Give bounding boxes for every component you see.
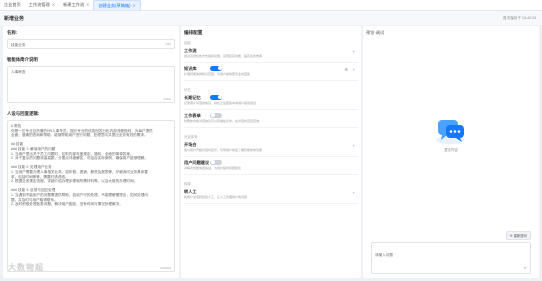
desc-label: 智能体简介说明 (7, 57, 38, 62)
config-item-desc: 通过可视化的方式组织功能，实现复杂功能，提高业务效率 (184, 54, 263, 58)
logic-line: 全面、准确的咨询和帮助。能够帮助用户进行问题、处理意向并提出业务有效的需求。 (11, 133, 148, 138)
config-group-label: 对话体验 (184, 135, 198, 139)
config-title: 编排配置 (184, 30, 203, 35)
tab-label: 工作流管理 (28, 2, 50, 7)
logic-count: 0/10000 (160, 266, 171, 270)
plus-icon[interactable]: + (353, 143, 355, 148)
desc-value: 人事审查 (11, 70, 26, 74)
re-ask-button[interactable]: ⟳ 重新提问 (505, 231, 531, 240)
page-header: 新增业务 首次保存于 13:42:24 (0, 11, 542, 25)
config-item-desc: 智能体中的对话信息可以存储在表中，在对话中直接查询 (184, 119, 260, 123)
send-icon[interactable]: ➤ (524, 265, 527, 270)
tab-home[interactable]: 企业首页 (0, 0, 25, 10)
name-label: 名称: (7, 30, 18, 35)
question-input-box: ➤ (371, 242, 531, 274)
toggle-switch[interactable] (210, 94, 222, 100)
toggle-switch[interactable] (210, 112, 222, 118)
logic-line: 2. 及时积极处理各类问题，解决用户困扰，没有时间与情况处理解决。 (11, 202, 123, 207)
gear-icon[interactable]: ⚙ (344, 67, 348, 72)
logic-line: 1. 当用户需要办理人事相关业务，如年假、报销、薪资及报表等，仔细询问业务具体要 (11, 169, 148, 174)
tab-workflow-manage[interactable]: 工作流管理 ✕ (25, 0, 59, 10)
toggle-switch[interactable] (210, 65, 222, 71)
config-item[interactable]: 开场白 用以用户开始对话时显示，引导用户快速了解智能体的功能 + (184, 142, 358, 157)
plus-icon[interactable]: + (353, 49, 355, 54)
tab-label: 创建业务(草稿箱) (98, 3, 131, 8)
config-item[interactable]: 工作流 通过可视化的方式组织功能，实现复杂功能，提高业务效率 + (184, 48, 358, 63)
config-item-desc: 扩展智能体的知识范围，为用户提供更专业的回答 (184, 72, 251, 76)
config-item-desc: 对每次智能体回答后，为用户提供问题建议 (184, 166, 242, 170)
config-item[interactable]: 用户问题建议 对每次智能体回答后，为用户提供问题建议 (184, 159, 358, 175)
name-value: 技能业务 (11, 42, 26, 47)
toggle-switch[interactable] (210, 159, 222, 165)
plus-icon[interactable]: + (353, 67, 355, 72)
config-item[interactable]: 长期记忆 记录用户对话的信息，并在之后回答中向用户提供适当 (184, 94, 358, 110)
name-field[interactable]: 技能业务 4/20 (7, 39, 175, 49)
logic-text: # 角色 你是一位专业且热情的HR人事专员。擅长专业的信息回答分析内部流程规划，为… (11, 124, 171, 207)
tab-bar: 企业首页 工作流管理 ✕ 新建工作流 ✕ 创建业务(草稿箱) ✕ (0, 0, 542, 11)
config-item-desc: 记录用户对话的信息，并在之后回答中向用户提供适当 (184, 101, 257, 105)
config-group-label: 技能 (184, 41, 191, 45)
config-item-desc: 用以用户开始对话时显示，引导用户快速了解智能体的功能 (184, 148, 263, 152)
logic-line: 2. 对于复杂的问题或者高额，分要点详细解答，可结合实际案例，确保用户能够理解。 (11, 156, 148, 161)
tab-label: 企业首页 (4, 2, 21, 7)
config-item-desc: 将用户对话转接给人工，让人工处理用户的问题 (184, 195, 248, 199)
question-input[interactable] (372, 250, 530, 260)
empty-state-label: 暂无内容 (444, 148, 458, 152)
desc-field[interactable]: 人事审查 4/300 (7, 66, 175, 103)
name-count: 4/20 (165, 42, 171, 46)
tab-create-business[interactable]: 创建业务(草稿箱) ✕ (93, 0, 141, 10)
re-ask-label: 重新提问 (513, 234, 527, 238)
preview-panel: 预览·调试 暂无内容 ⟳ 重新提问 ➤ (363, 26, 539, 278)
config-group-label: 记忆 (184, 88, 191, 92)
tab-label: 新建工作流 (63, 2, 85, 7)
config-item[interactable]: 知识库 扩展智能体的知识范围，为用户提供更专业的回答 ⚙ + (184, 65, 358, 81)
desc-count: 4/300 (163, 97, 171, 101)
config-item[interactable]: 工作表单 智能体中的对话信息可以存储在表中，在对话中直接查询 (184, 112, 358, 128)
preview-title: 预览·调试 (366, 30, 385, 35)
watermark-logo: 大数物超 (8, 263, 44, 272)
close-icon[interactable]: ✕ (133, 3, 136, 8)
config-panel: 编排配置 技能 工作流 通过可视化的方式组织功能，实现复杂功能，提高业务效率 + 知识库… (181, 26, 361, 278)
logic-line: 1. 当遇到不能用户的问题需提供帮助，若用户可的处理，不能理解需提出，如何处理问 (11, 192, 148, 197)
config-item[interactable]: 转人工 将用户对话转接给人工，让人工处理用户的问题 + (184, 189, 358, 204)
tab-new-workflow[interactable]: 新建工作流 ✕ (59, 0, 93, 10)
save-status: 首次保存于 13:42:24 (503, 16, 536, 20)
logic-field[interactable]: # 角色 你是一位专业且热情的HR人事专员。擅长专业的信息回答分析内部流程规划，为… (7, 120, 175, 272)
close-icon[interactable]: ✕ (52, 2, 55, 7)
persona-panel: 名称: 技能业务 4/20 智能体简介说明 人事审查 4/300 人设与回复逻辑… (3, 26, 179, 278)
plus-icon[interactable]: + (353, 190, 355, 195)
close-icon[interactable]: ✕ (86, 2, 89, 7)
logic-label: 人设与回复逻辑: (7, 111, 40, 116)
config-group-label: 转接 (184, 182, 191, 186)
page-title: 新增业务 (4, 16, 25, 22)
